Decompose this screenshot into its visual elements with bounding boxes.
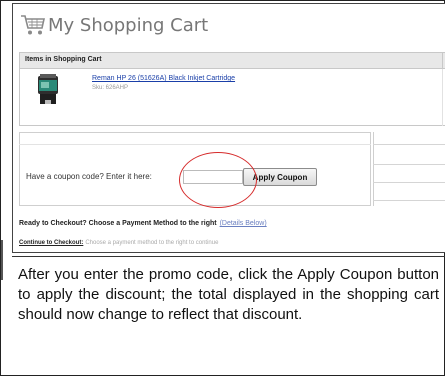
checkout-prompt-text: Ready to Checkout? Choose a Payment Meth… [19,220,217,227]
totals-row-line [373,164,445,165]
totals-row-line [373,182,445,183]
cart-items-table: Items in Shopping Cart Reman HP 26 (5162… [19,52,445,126]
table-header: Items in Shopping Cart [20,53,445,69]
cart-header: My Shopping Cart [13,4,445,48]
continue-label: Continue to Checkout: [19,240,84,246]
column-divider [442,69,443,126]
divider [19,144,371,145]
cart-screenshot: My Shopping Cart Items in Shopping Cart … [12,3,445,253]
caption-text: After you enter the promo code, click th… [18,266,439,323]
details-link[interactable]: (Details Below) [220,220,267,227]
product-name-link[interactable]: Reman HP 26 (51626A) Black Inkjet Cartri… [92,75,235,82]
checkout-prompt: Ready to Checkout? Choose a Payment Meth… [19,220,267,227]
shopping-cart-icon [21,15,45,35]
ink-cartridge-image [38,74,58,104]
highlight-circle [179,152,257,208]
caption-box: After you enter the promo code, click th… [12,256,445,370]
product-sku: Sku: 626AHP [92,85,129,91]
continue-hint: Choose a payment method to the right to … [85,240,219,246]
table-heading: Items in Shopping Cart [25,56,102,63]
coupon-label: Have a coupon code? Enter it here: [26,172,152,181]
page-title: My Shopping Cart [48,15,209,36]
column-divider [442,53,443,69]
totals-row-line [373,144,445,145]
divider [1,240,3,280]
totals-row-line [373,200,445,201]
continue-line: Continue to Checkout: Choose a payment me… [19,240,218,246]
